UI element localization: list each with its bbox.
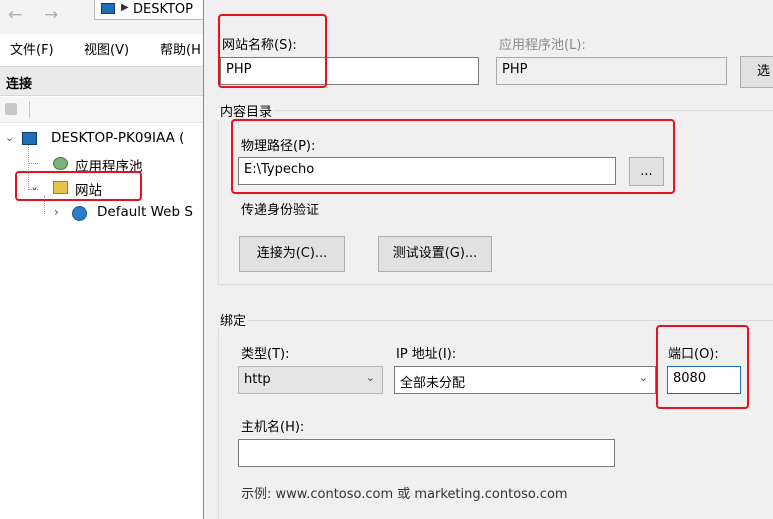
tree-item-server-label: DESKTOP-PK09IAA ( <box>51 130 185 146</box>
highlight-box-port <box>656 325 749 409</box>
content-directory-title: 内容目录 <box>218 101 275 120</box>
breadcrumb-segment[interactable]: DESKTOP <box>133 2 193 17</box>
ip-address-select[interactable]: 全部未分配 ⌄ <box>394 366 656 394</box>
app-pool-field: PHP <box>496 57 727 85</box>
type-label: 类型(T): <box>241 347 290 362</box>
highlight-box-site-name <box>218 14 327 88</box>
collapse-chevron-icon[interactable]: ⌄ <box>5 131 14 144</box>
chevron-down-icon: ⌄ <box>365 371 375 384</box>
server-icon <box>101 3 115 14</box>
app-pool-label: 应用程序池(L): <box>499 38 586 53</box>
toolbar-separator <box>29 101 30 118</box>
forward-arrow-icon[interactable]: → <box>44 5 58 25</box>
connections-toolbar <box>0 97 203 123</box>
breadcrumb-arrow-icon[interactable]: ▶ <box>121 2 129 13</box>
connect-as-button[interactable]: 连接为(C)... <box>239 236 345 272</box>
menu-view[interactable]: 视图(V) <box>84 39 129 58</box>
address-breadcrumb[interactable]: ▶ DESKTOP <box>94 0 203 20</box>
app-pool-icon <box>53 157 68 170</box>
binding-title: 绑定 <box>218 310 249 329</box>
expand-chevron-icon[interactable]: › <box>54 205 59 219</box>
tree-item-server[interactable]: ⌄ DESKTOP-PK09IAA ( <box>0 130 203 150</box>
highlight-box-physical-path <box>231 119 675 194</box>
back-arrow-icon[interactable]: ← <box>8 5 22 25</box>
connections-title: 连接 <box>6 77 33 92</box>
select-app-pool-button[interactable]: 选 <box>740 56 773 88</box>
highlight-box-sites <box>15 171 142 201</box>
site-settings-dialog: 网站名称(S): PHP 应用程序池(L): PHP 选 内容目录 物理路径(P… <box>204 0 773 519</box>
hostname-example-text: 示例: www.contoso.com 或 marketing.contoso.… <box>241 487 568 502</box>
tree-item-default-site-label: Default Web S <box>97 204 193 220</box>
address-bar: ← → ▶ DESKTOP <box>0 0 203 34</box>
ip-address-select-value: 全部未分配 <box>400 376 466 391</box>
type-select-value: http <box>244 372 271 387</box>
iis-manager-window: ← → ▶ DESKTOP 文件(F) 视图(V) 帮助(H 连接 ⌄ DESK… <box>0 0 203 519</box>
menu-bar: 文件(F) 视图(V) 帮助(H <box>0 34 203 62</box>
hostname-label: 主机名(H): <box>241 420 305 435</box>
pass-through-auth-label: 传递身份验证 <box>241 203 320 218</box>
server-icon <box>22 132 37 145</box>
ip-address-label: IP 地址(I): <box>396 347 457 362</box>
connections-header: 连接 <box>0 66 203 96</box>
menu-file[interactable]: 文件(F) <box>10 39 54 58</box>
chevron-down-icon: ⌄ <box>638 371 648 384</box>
test-settings-button[interactable]: 测试设置(G)... <box>378 236 492 272</box>
globe-icon <box>72 206 87 221</box>
new-connection-icon[interactable] <box>5 103 17 115</box>
menu-help[interactable]: 帮助(H <box>160 39 201 58</box>
tree-item-default-site[interactable]: › Default Web S <box>0 204 203 224</box>
hostname-input[interactable] <box>238 439 615 467</box>
type-select[interactable]: http ⌄ <box>238 366 383 394</box>
